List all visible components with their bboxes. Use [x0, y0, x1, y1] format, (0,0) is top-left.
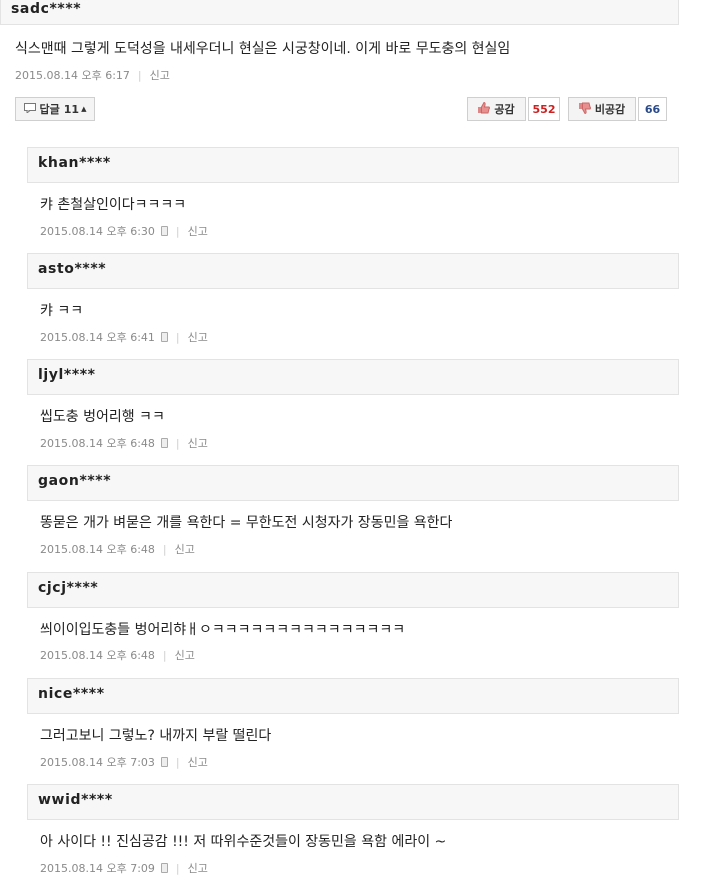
reply-text: 아 사이다 !! 진심공감 !!! 저 따위수준것들이 장동민을 욕함 에라이 …	[40, 834, 447, 850]
reply-text: 씹도충 벙어리행 ㅋㅋ	[40, 409, 165, 425]
username[interactable]: asto****	[38, 261, 106, 277]
mobile-icon	[160, 438, 168, 448]
reply-text: 똥묻은 개가 벼묻은 개를 욕한다 = 무한도전 시청자가 장동민을 욕한다	[40, 515, 453, 531]
reply-meta: 2015.08.14 오후 6:48 | 신고	[40, 649, 195, 662]
timestamp: 2015.08.14 오후 6:30	[40, 225, 155, 238]
reply-label: 답글	[39, 103, 60, 116]
reply-header: khan****	[27, 147, 679, 183]
reply-text: 그러고보니 그렇노? 내까지 부랄 떨린다	[40, 728, 272, 744]
dislike-label: 비공감	[594, 103, 626, 116]
thumbs-up-icon	[478, 101, 491, 117]
mobile-icon	[160, 332, 168, 342]
username[interactable]: gaon****	[38, 473, 111, 489]
reply-text: 캬 촌철살인이다ㅋㅋㅋㅋ	[40, 197, 187, 213]
reply-header: wwid****	[27, 784, 679, 820]
report-link[interactable]: 신고	[188, 862, 208, 875]
username[interactable]: sadc****	[11, 1, 81, 17]
timestamp: 2015.08.14 오후 6:17	[15, 69, 130, 82]
dislike-button[interactable]: 비공감	[568, 97, 636, 121]
reply-header: cjcj****	[27, 572, 679, 608]
username[interactable]: wwid****	[38, 792, 113, 808]
reply-toggle-button[interactable]: 답글 11 ▲	[15, 97, 95, 121]
timestamp: 2015.08.14 오후 6:48	[40, 649, 155, 662]
comment-meta: 2015.08.14 오후 6:17 | 신고	[15, 69, 170, 82]
main-comment-header: sadc****	[0, 0, 679, 25]
like-label: 공감	[494, 103, 515, 116]
report-link[interactable]: 신고	[188, 331, 208, 344]
reply-header: nice****	[27, 678, 679, 714]
reply-header: asto****	[27, 253, 679, 289]
reply-meta: 2015.08.14 오후 6:41 | 신고	[40, 331, 208, 344]
mobile-icon	[160, 863, 168, 873]
timestamp: 2015.08.14 오후 6:41	[40, 331, 155, 344]
like-count: 552	[528, 97, 560, 121]
reply-text: 캬 ㅋㅋ	[40, 303, 84, 319]
timestamp: 2015.08.14 오후 7:09	[40, 862, 155, 875]
report-link[interactable]: 신고	[188, 225, 208, 238]
reply-meta: 2015.08.14 오후 6:48 | 신고	[40, 543, 195, 556]
caret-up-icon: ▲	[81, 105, 87, 113]
reply-meta: 2015.08.14 오후 7:09 | 신고	[40, 862, 208, 875]
reply-meta: 2015.08.14 오후 7:03 | 신고	[40, 756, 208, 769]
comment-text: 식스맨때 그렇게 도덕성을 내세우더니 현실은 시궁창이네. 이게 바로 무도충…	[15, 41, 511, 57]
timestamp: 2015.08.14 오후 6:48	[40, 543, 155, 556]
report-link[interactable]: 신고	[188, 756, 208, 769]
username[interactable]: nice****	[38, 686, 105, 702]
report-link[interactable]: 신고	[188, 437, 208, 450]
reply-meta: 2015.08.14 오후 6:48 | 신고	[40, 437, 208, 450]
reply-header: gaon****	[27, 465, 679, 501]
report-link[interactable]: 신고	[150, 69, 170, 82]
timestamp: 2015.08.14 오후 7:03	[40, 756, 155, 769]
dislike-count: 66	[638, 97, 667, 121]
mobile-icon	[160, 757, 168, 767]
like-button[interactable]: 공감	[467, 97, 526, 121]
reply-header: ljyl****	[27, 359, 679, 395]
username[interactable]: khan****	[38, 155, 111, 171]
report-link[interactable]: 신고	[175, 543, 195, 556]
mobile-icon	[160, 226, 168, 236]
username[interactable]: cjcj****	[38, 580, 98, 596]
reply-meta: 2015.08.14 오후 6:30 | 신고	[40, 225, 208, 238]
reply-text: 씌이이입도충들 벙어리햐ㅐㅇㅋㅋㅋㅋㅋㅋㅋㅋㅋㅋㅋㅋㅋㅋㅋ	[40, 622, 406, 638]
thumbs-down-icon	[578, 102, 591, 117]
reply-count: 11	[63, 102, 80, 116]
report-link[interactable]: 신고	[175, 649, 195, 662]
username[interactable]: ljyl****	[38, 367, 96, 383]
comment-icon	[23, 102, 36, 116]
timestamp: 2015.08.14 오후 6:48	[40, 437, 155, 450]
